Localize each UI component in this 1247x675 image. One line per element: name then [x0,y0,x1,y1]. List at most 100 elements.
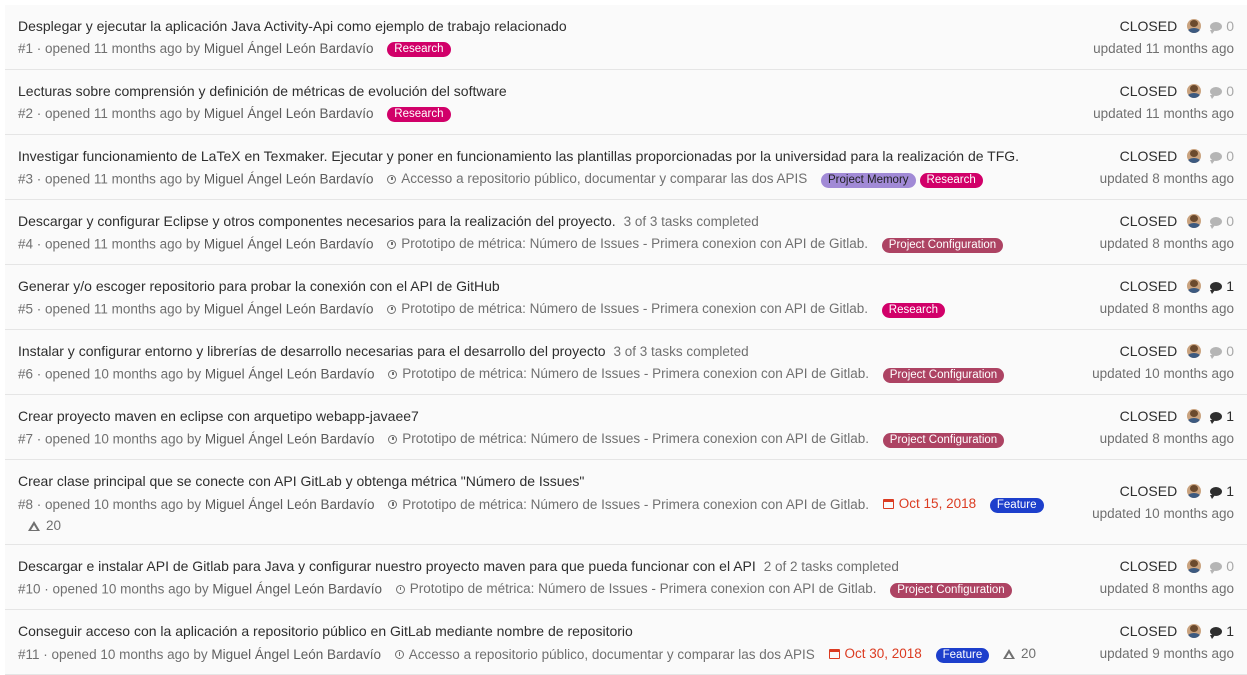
issue-title-link[interactable]: Lecturas sobre comprensión y definición … [18,83,507,99]
comment-count: 1 [1226,278,1234,294]
milestone-clock-icon [387,304,397,314]
assignee-avatar[interactable] [1187,149,1202,163]
issue-title-line: Crear clase principal que se conecte con… [18,472,1235,490]
comments-link[interactable]: 0 [1210,82,1234,100]
issue-title-link[interactable]: Conseguir acceso con la aplicación a rep… [18,623,633,639]
issue-meta: #6 · opened 10 months ago by Miguel Ánge… [18,365,1235,384]
assignee-avatar[interactable] [1187,19,1202,33]
updated-time: updated 11 months ago [1093,106,1234,121]
label-project-configuration[interactable]: Project Configuration [881,237,1004,253]
comments-link[interactable]: 1 [1210,277,1234,295]
milestone-title: Prototipo de métrica: Número de Issues -… [401,236,869,251]
author-link[interactable]: Miguel Ángel León Bardavío [204,302,374,317]
assignee-avatar[interactable] [1187,559,1202,573]
comments-link[interactable]: 0 [1210,147,1234,165]
assignee-avatar[interactable] [1187,409,1202,423]
comment-icon [1210,151,1223,164]
author-link[interactable]: Miguel Ángel León Bardavío [204,41,374,56]
label-research[interactable]: Research [387,42,451,57]
assignee-avatar[interactable] [1187,279,1202,293]
label-feature[interactable]: Feature [935,648,990,663]
issue-reference: #6 [18,366,34,382]
milestone-clock-icon [394,650,404,659]
issue-meta: #10 · opened 10 months ago by Miguel Áng… [18,580,1235,599]
milestone-link[interactable]: Prototipo de métrica: Número de Issues -… [388,365,869,383]
updated-time: updated 8 months ago [1099,301,1234,316]
assignee-avatar[interactable] [1187,84,1202,98]
issue-reference: #10 [18,581,41,597]
comments-link[interactable]: 0 [1210,212,1234,230]
author-link[interactable]: Miguel Ángel León Bardavío [211,647,381,662]
label-project-configuration[interactable]: Project Configuration [890,582,1012,598]
issue-title-link[interactable]: Descargar y configurar Eclipse y otros c… [18,213,616,229]
comment-icon [1210,626,1223,639]
task-status: 3 of 3 tasks completed [623,214,759,229]
label-research[interactable]: Research [919,172,983,188]
milestone-link[interactable]: Accesso a repositorio público, documenta… [394,646,815,664]
issue-opened-text: · opened 11 months ago by [33,106,204,121]
comments-link[interactable]: 0 [1210,17,1234,35]
issue-title-line: Desplegar y ejecutar la aplicación Java … [18,17,1235,35]
comment-icon [1210,281,1223,294]
issue-title-link[interactable]: Crear clase principal que se conecte con… [18,473,584,489]
issue-opened-text: · opened 10 months ago by [33,431,205,447]
comments-link[interactable]: 1 [1210,622,1234,640]
weight-icon [28,521,40,531]
labels: Project Configuration [879,367,1005,383]
author-link[interactable]: Miguel Ángel León Bardavío [205,367,375,382]
comment-icon [1210,21,1223,34]
assignee-avatar[interactable] [1187,344,1202,358]
label-feature[interactable]: Feature [989,498,1044,513]
comments-link[interactable]: 0 [1210,557,1234,575]
updated-time: updated 8 months ago [1099,581,1234,596]
comments-link[interactable]: 1 [1210,482,1234,500]
assignee-avatar[interactable] [1187,484,1202,498]
milestone-link[interactable]: Prototipo de métrica: Número de Issues -… [388,430,869,448]
label-research[interactable]: Research [387,107,451,122]
milestone-clock-icon [395,584,405,594]
issue-title-link[interactable]: Investigar funcionamiento de LaTeX en Te… [18,148,1019,164]
comments-link[interactable]: 0 [1210,342,1234,360]
author-link[interactable]: Miguel Ángel León Bardavío [204,237,374,252]
label-project-memory[interactable]: Project Memory [821,172,916,188]
due-date: Oct 30, 2018 [828,645,922,663]
author-link[interactable]: Miguel Ángel León Bardavío [205,432,375,447]
issue-title-line: Lecturas sobre comprensión y definición … [18,82,1235,100]
issue-title-link[interactable]: Instalar y configurar entorno y librería… [18,343,606,359]
milestone-link[interactable]: Prototipo de métrica: Número de Issues -… [387,235,868,253]
issue-right-meta: CLOSED 0 updated 10 months ago [1092,342,1234,383]
issue-row: Descargar e instalar API de Gitlab para … [5,545,1247,610]
milestone-link[interactable]: Accesso a repositorio público, documenta… [387,170,807,188]
milestone-link[interactable]: Prototipo de métrica: Número de Issues -… [387,300,868,318]
assignee-avatar[interactable] [1187,624,1202,638]
issue-meta: #8 · opened 10 months ago by Miguel Ánge… [18,495,1235,514]
milestone-link[interactable]: Prototipo de métrica: Número de Issues -… [395,580,877,598]
issue-title-link[interactable]: Generar y/o escoger repositorio para pro… [18,278,500,294]
issue-opened-text: · opened 10 months ago by [39,647,212,662]
issue-meta: #2 · opened 11 months ago by Miguel Ánge… [18,105,1235,123]
comment-icon [1210,216,1223,229]
issue-meta: #3 · opened 11 months ago by Miguel Ánge… [18,170,1235,189]
calendar-icon [882,499,894,509]
label-research[interactable]: Research [881,302,946,318]
comment-count: 1 [1226,483,1234,499]
issue-title-link[interactable]: Crear proyecto maven en eclipse con arqu… [18,408,419,424]
issues-list: Desplegar y ejecutar la aplicación Java … [5,5,1247,675]
milestone-link[interactable]: Prototipo de métrica: Número de Issues -… [388,496,869,514]
issue-row: Generar y/o escoger repositorio para pro… [5,265,1247,330]
labels: Project Configuration [886,582,1012,598]
label-project-configuration[interactable]: Project Configuration [882,367,1005,383]
author-link[interactable]: Miguel Ángel León Bardavío [212,582,382,597]
comments-link[interactable]: 1 [1210,407,1234,425]
author-link[interactable]: Miguel Ángel León Bardavío [205,497,375,512]
author-link[interactable]: Miguel Ángel León Bardavío [204,106,374,121]
issue-title-link[interactable]: Desplegar y ejecutar la aplicación Java … [18,18,567,34]
author-link[interactable]: Miguel Ángel León Bardavío [204,172,374,187]
due-date-text: Oct 30, 2018 [844,646,922,661]
comment-icon [1210,486,1223,499]
issue-row: Descargar y configurar Eclipse y otros c… [5,200,1247,265]
milestone-clock-icon [387,174,397,184]
assignee-avatar[interactable] [1187,214,1202,228]
label-project-configuration[interactable]: Project Configuration [882,432,1005,448]
issue-title-link[interactable]: Descargar e instalar API de Gitlab para … [18,558,756,574]
